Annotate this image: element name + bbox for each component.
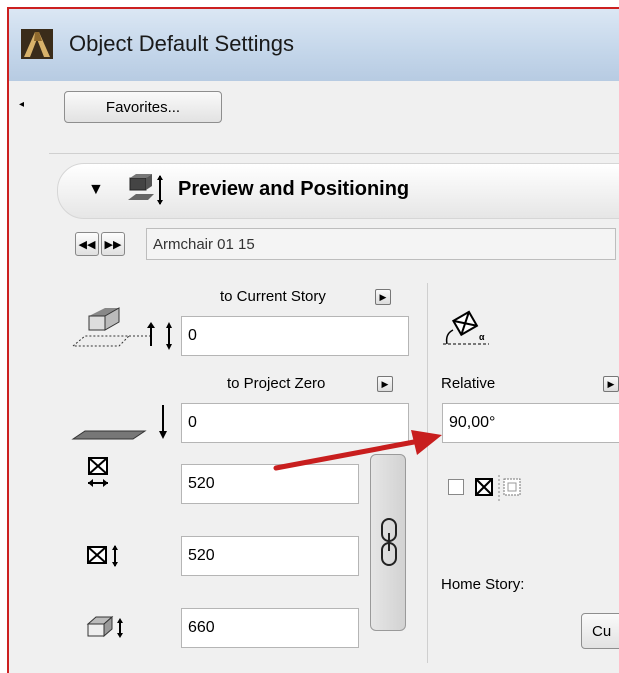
divider bbox=[49, 153, 619, 154]
double-right-arrow-icon: ▶▶ bbox=[104, 238, 122, 251]
home-story-dropdown[interactable]: Cu bbox=[581, 613, 619, 649]
title-bar: Object Default Settings bbox=[9, 9, 619, 81]
chain-link-icon bbox=[381, 518, 397, 566]
object-name-field: Armchair 01 15 bbox=[146, 228, 616, 260]
rotation-angle-input[interactable]: 90,00° bbox=[442, 403, 619, 443]
section-title: Preview and Positioning bbox=[178, 178, 410, 200]
width-icon bbox=[88, 457, 108, 487]
project-zero-menu-button[interactable]: ▶ bbox=[377, 376, 393, 392]
elevation-to-story-icon bbox=[71, 307, 172, 350]
rotation-mode-menu-button[interactable]: ▶ bbox=[603, 376, 619, 392]
lock-proportions-button[interactable] bbox=[370, 454, 406, 631]
current-story-menu-button[interactable]: ▶ bbox=[375, 289, 391, 305]
elevation-to-project-zero-icon bbox=[71, 405, 167, 440]
height-input[interactable]: 660 bbox=[181, 608, 359, 648]
column-divider bbox=[427, 283, 428, 663]
elevation-project-zero-input[interactable]: 0 bbox=[181, 403, 409, 443]
to-project-zero-label: to Project Zero bbox=[227, 375, 326, 392]
rotation-angle-icon: α bbox=[443, 310, 489, 345]
elevation-current-story-input[interactable]: 0 bbox=[181, 316, 409, 356]
next-object-button[interactable]: ▶▶ bbox=[101, 232, 125, 256]
section-header-preview-positioning[interactable]: ▼ Preview and Positioning bbox=[57, 163, 619, 219]
depth-icon bbox=[87, 545, 118, 567]
preview-positioning-icon bbox=[128, 174, 163, 205]
expand-triangle-icon[interactable]: ▼ bbox=[88, 181, 104, 199]
home-story-label: Home Story: bbox=[441, 576, 525, 593]
svg-text:α: α bbox=[479, 332, 485, 342]
window-title: Object Default Settings bbox=[69, 31, 295, 56]
dialog-content: ◂ Favorites... ▼ Preview and Positioning… bbox=[9, 81, 619, 673]
width-input[interactable]: 520 bbox=[181, 464, 359, 504]
panel-collapse-icon[interactable]: ◂ bbox=[19, 99, 24, 110]
mirror-checkbox[interactable] bbox=[448, 479, 464, 495]
archicad-app-icon bbox=[21, 29, 53, 59]
favorites-button[interactable]: Favorites... bbox=[64, 91, 222, 123]
mirror-icon bbox=[475, 475, 521, 501]
previous-object-button[interactable]: ◀◀ bbox=[75, 232, 99, 256]
to-current-story-label: to Current Story bbox=[220, 288, 326, 305]
rotation-mode-label: Relative bbox=[441, 375, 496, 392]
dialog-window: Object Default Settings ◂ Favorites... ▼… bbox=[7, 7, 619, 673]
depth-input[interactable]: 520 bbox=[181, 536, 359, 576]
height-icon bbox=[86, 615, 123, 638]
double-left-arrow-icon: ◀◀ bbox=[78, 238, 96, 251]
